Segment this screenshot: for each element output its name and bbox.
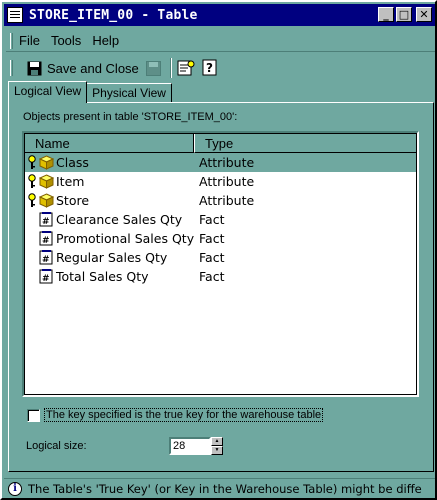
menu-tools[interactable]: Tools	[51, 33, 81, 48]
properties-icon[interactable]	[175, 57, 197, 79]
status-text: The Table's 'True Key' (or Key in the Wa…	[28, 481, 422, 496]
tab-physical-view[interactable]: Physical View	[86, 83, 172, 103]
window-title: STORE_ITEM_00 - Table	[29, 7, 198, 23]
logical-size-row: Logical size: 28 ▲ ▼	[26, 437, 223, 455]
row-name-cell: Store	[24, 192, 199, 209]
key-icon	[28, 173, 36, 188]
list-item[interactable]: # Regular Sales Qty Fact	[24, 248, 417, 267]
close-button[interactable]: ✕	[416, 7, 432, 22]
table-editor-window: STORE_ITEM_00 - Table _ □ ✕ File Tools H…	[0, 0, 437, 500]
row-name-text: Total Sales Qty	[56, 269, 149, 284]
list-item[interactable]: Store Attribute	[24, 191, 417, 210]
toolbar: Save and Close ?	[6, 55, 435, 81]
maximize-button[interactable]: □	[396, 7, 412, 22]
table-icon	[7, 7, 23, 23]
fact-icon: #	[39, 269, 53, 284]
row-type-cell: Attribute	[199, 193, 255, 208]
row-type-cell: Attribute	[199, 174, 255, 189]
svg-text:?: ?	[206, 61, 213, 75]
view-tabs: Logical View Physical View	[8, 81, 172, 103]
svg-text:#: #	[42, 255, 50, 265]
logical-size-label: Logical size:	[26, 440, 87, 452]
menu-help[interactable]: Help	[92, 33, 119, 48]
row-type-cell: Fact	[199, 212, 225, 227]
row-name-text: Store	[56, 193, 90, 208]
logical-size-input[interactable]: 28	[169, 437, 211, 455]
row-name-text: Regular Sales Qty	[56, 250, 168, 265]
minimize-button[interactable]: _	[378, 7, 394, 22]
attribute-cube-icon	[39, 193, 54, 208]
row-type-cell: Fact	[199, 250, 225, 265]
info-icon: i	[8, 481, 22, 496]
help-icon[interactable]: ?	[199, 57, 221, 79]
floppy-disk-icon	[23, 57, 45, 79]
menu-grip	[10, 32, 13, 49]
column-name-header[interactable]: Name	[24, 133, 194, 153]
toolbar-separator	[169, 58, 172, 78]
spin-up-button[interactable]: ▲	[211, 437, 223, 446]
true-key-checkbox[interactable]	[27, 408, 40, 422]
fact-icon: #	[39, 212, 53, 227]
list-item[interactable]: Item Attribute	[24, 172, 417, 191]
svg-text:#: #	[42, 274, 50, 284]
svg-text:#: #	[42, 217, 50, 227]
column-type-header[interactable]: Type	[194, 133, 417, 153]
svg-text:#: #	[42, 236, 50, 246]
row-name-cell: # Total Sales Qty	[24, 269, 199, 284]
row-name-text: Class	[56, 155, 89, 170]
save-and-close-label: Save and Close	[47, 60, 139, 76]
row-name-cell: Item	[24, 173, 199, 190]
true-key-option[interactable]: The key specified is the true key for th…	[27, 408, 324, 422]
list-item[interactable]: # Total Sales Qty Fact	[24, 267, 417, 286]
status-bar: i The Table's 'True Key' (or Key in the …	[4, 478, 435, 498]
fact-icon: #	[39, 231, 53, 246]
save-and-close-button[interactable]: Save and Close	[19, 57, 143, 79]
key-icon	[28, 192, 36, 207]
row-name-cell: # Regular Sales Qty	[24, 250, 199, 265]
objects-list[interactable]: Name Type Class Attribute Item Attribute Sto…	[22, 131, 419, 397]
logical-view-panel: Objects present in table 'STORE_ITEM_00'…	[8, 102, 434, 472]
list-rows: Class Attribute Item Attribute Store Attribut…	[24, 153, 417, 286]
row-type-cell: Fact	[199, 231, 225, 246]
true-key-label[interactable]: The key specified is the true key for th…	[44, 408, 324, 422]
list-item[interactable]: # Clearance Sales Qty Fact	[24, 210, 417, 229]
title-bar[interactable]: STORE_ITEM_00 - Table _ □ ✕	[4, 4, 435, 26]
row-name-text: Clearance Sales Qty	[56, 212, 183, 227]
row-name-cell: # Clearance Sales Qty	[24, 212, 199, 227]
list-header: Name Type	[24, 133, 417, 153]
list-item[interactable]: # Promotional Sales Qty Fact	[24, 229, 417, 248]
key-icon	[28, 154, 36, 169]
tab-logical-view[interactable]: Logical View	[8, 81, 88, 103]
row-name-text: Item	[56, 174, 85, 189]
row-type-cell: Attribute	[199, 155, 255, 170]
logical-size-spinner[interactable]: ▲ ▼	[211, 437, 223, 455]
row-type-cell: Fact	[199, 269, 225, 284]
menu-file[interactable]: File	[19, 33, 40, 48]
toolbar-grip	[10, 60, 13, 76]
spin-down-button[interactable]: ▼	[211, 446, 223, 455]
row-name-text: Promotional Sales Qty	[56, 231, 195, 246]
save-icon[interactable]	[143, 57, 165, 79]
fact-icon: #	[39, 250, 53, 265]
attribute-cube-icon	[39, 174, 54, 189]
list-item[interactable]: Class Attribute	[24, 153, 417, 172]
objects-label: Objects present in table 'STORE_ITEM_00'…	[23, 111, 238, 123]
row-name-cell: Class	[24, 154, 199, 171]
attribute-cube-icon	[39, 155, 54, 170]
row-name-cell: # Promotional Sales Qty	[24, 231, 199, 246]
menu-bar: File Tools Help	[6, 30, 435, 52]
